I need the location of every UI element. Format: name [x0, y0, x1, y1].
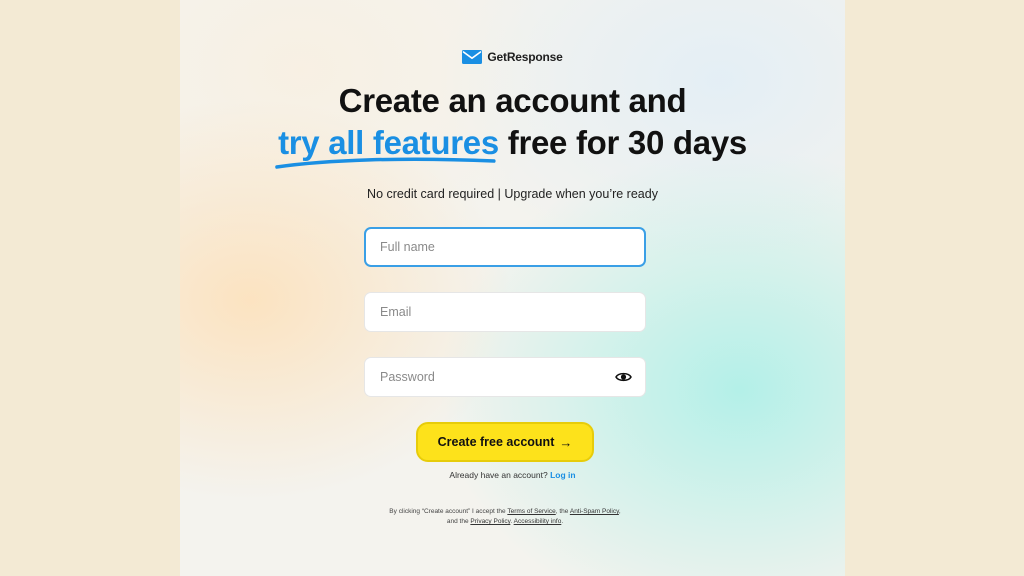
email-field[interactable] [364, 292, 646, 332]
full-name-input[interactable] [378, 239, 632, 255]
email-input[interactable] [378, 304, 632, 320]
password-field[interactable] [364, 357, 646, 397]
headline-highlight: try all features [275, 122, 499, 169]
envelope-icon [462, 50, 483, 64]
arrow-right-icon: → [559, 434, 573, 450]
password-input[interactable] [378, 369, 615, 385]
accessibility-info-link[interactable]: Accessibility info [514, 518, 562, 525]
full-name-field[interactable] [364, 227, 646, 267]
page-title: Create an account and try all features f… [180, 80, 845, 169]
anti-spam-policy-link[interactable]: Anti-Spam Policy [570, 508, 619, 515]
legal-notice: By clicking “Create account” I accept th… [385, 507, 625, 527]
legal-sep-1: , the [555, 508, 569, 515]
legal-sep-3: . [510, 518, 513, 525]
login-link[interactable]: Log in [550, 470, 576, 480]
create-account-label: Create free account [437, 435, 555, 449]
headline-line-1: Create an account and [338, 82, 687, 119]
login-prompt-text: Already have an account? [449, 470, 548, 480]
headline-line-2-rest: free for 30 days [507, 124, 747, 161]
headline-line-2: try all features free for 30 days [180, 122, 845, 169]
privacy-policy-link[interactable]: Privacy Policy [470, 518, 510, 525]
legal-end: . [561, 518, 564, 525]
signup-panel: GetResponse Create an account and try al… [180, 0, 845, 576]
brand-logo[interactable]: GetResponse [180, 50, 845, 64]
terms-of-service-link[interactable]: Terms of Service [507, 508, 555, 515]
create-account-button[interactable]: Create free account → [416, 422, 594, 462]
brush-underline-icon [275, 157, 496, 169]
login-prompt: Already have an account? Log in [180, 470, 845, 480]
subtitle: No credit card required | Upgrade when y… [367, 187, 658, 201]
legal-prefix: By clicking “Create account” I accept th… [389, 508, 506, 515]
eye-icon[interactable] [615, 371, 632, 383]
brand-name: GetResponse [487, 50, 563, 64]
